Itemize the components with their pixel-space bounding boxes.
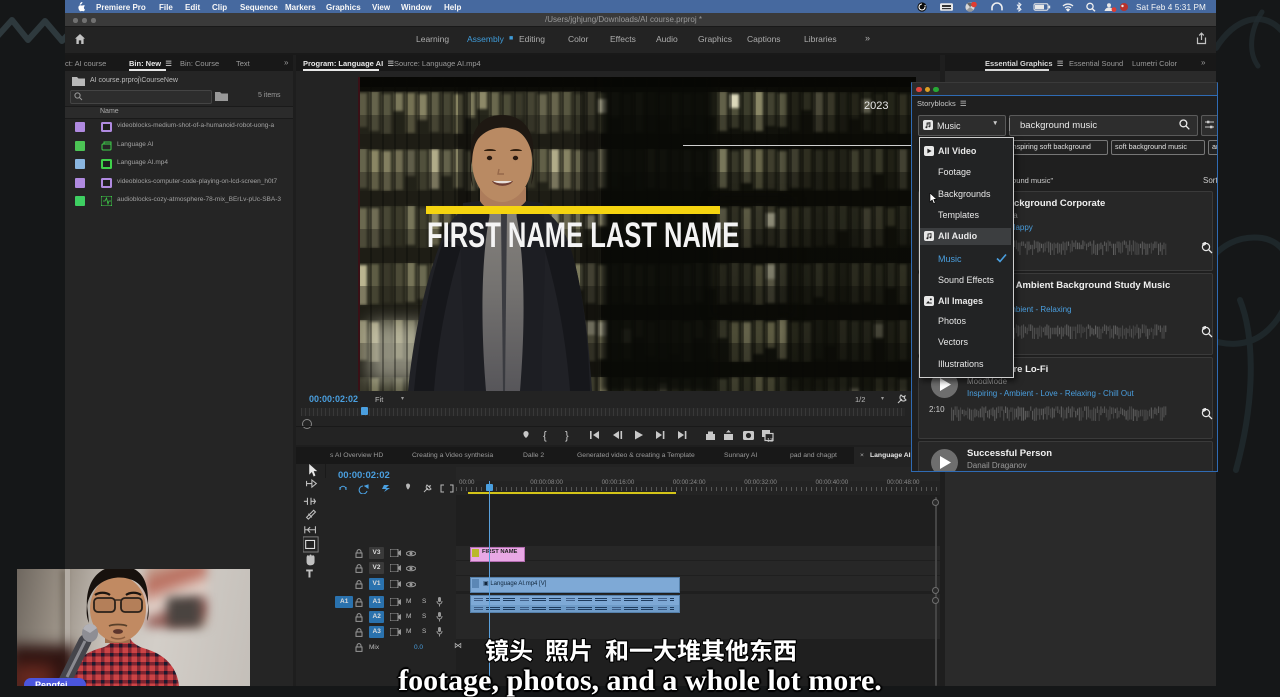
svg-text:}: } [565,430,569,442]
svg-text:T: T [307,569,313,578]
svg-text:{: { [543,430,547,442]
svg-text:13: 13 [767,438,773,443]
